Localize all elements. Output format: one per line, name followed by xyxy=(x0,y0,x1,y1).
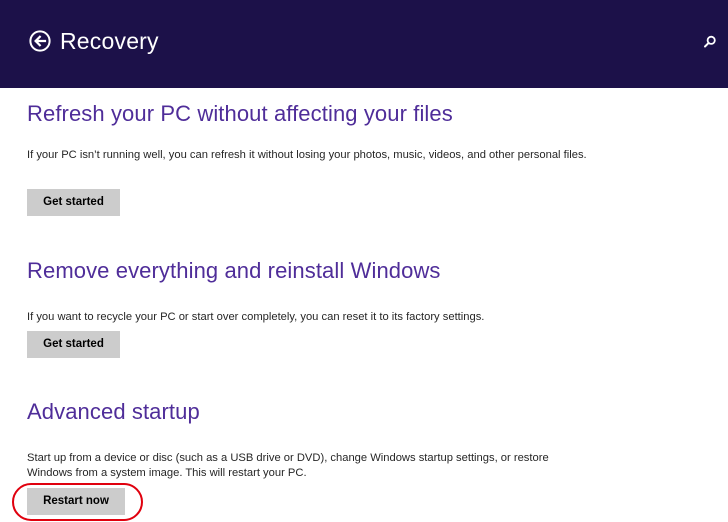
reset-section: Remove everything and reinstall Windows … xyxy=(27,257,587,358)
refresh-description: If your PC isn’t running well, you can r… xyxy=(27,149,587,161)
header-bar: Recovery xyxy=(0,0,728,88)
restart-now-button[interactable]: Restart now xyxy=(27,488,125,515)
reset-get-started-button[interactable]: Get started xyxy=(27,331,120,358)
advanced-startup-description: Start up from a device or disc (such as … xyxy=(27,452,549,479)
back-button[interactable] xyxy=(29,30,51,52)
back-arrow-circle-icon xyxy=(29,30,51,52)
refresh-get-started-button[interactable]: Get started xyxy=(27,189,120,216)
page-title: Recovery xyxy=(60,28,159,54)
refresh-heading: Refresh your PC without affecting your f… xyxy=(27,101,453,126)
reset-heading: Remove everything and reinstall Windows xyxy=(27,258,441,283)
refresh-section: Refresh your PC without affecting your f… xyxy=(27,100,587,216)
advanced-startup-heading: Advanced startup xyxy=(27,399,200,424)
advanced-startup-section: Advanced startup Start up from a device … xyxy=(27,398,587,515)
search-icon xyxy=(704,35,716,48)
search-button[interactable] xyxy=(702,34,718,50)
reset-description: If you want to recycle your PC or start … xyxy=(27,311,485,323)
